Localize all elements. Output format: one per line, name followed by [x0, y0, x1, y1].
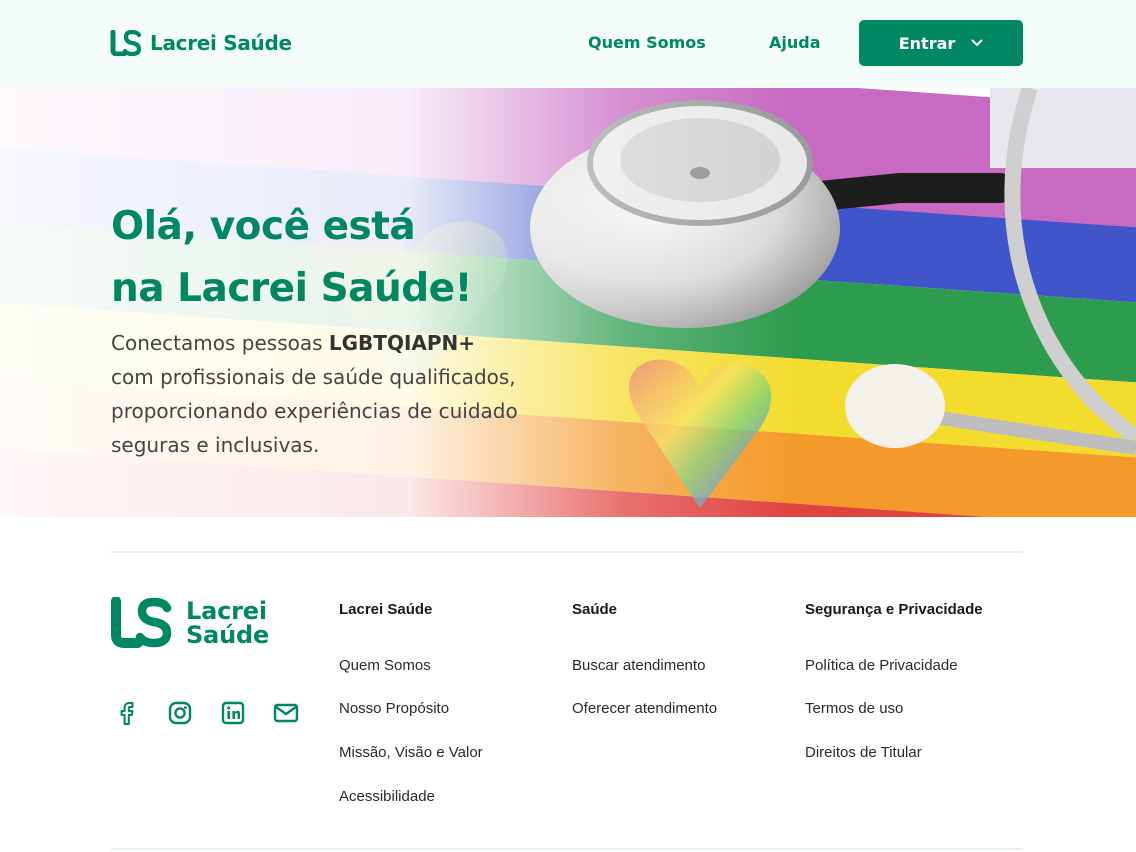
footer-column-health: Saúde Buscar atendimento Oferecer atendi… — [572, 601, 717, 717]
linkedin-icon[interactable] — [219, 699, 247, 727]
footer-link-offer-care[interactable]: Oferecer atendimento — [572, 700, 717, 717]
login-button[interactable]: Entrar — [859, 20, 1023, 66]
footer-column-title: Segurança e Privacidade — [805, 601, 983, 618]
hero-text-lead: Conectamos pessoas — [111, 331, 329, 355]
hero-title-line-2: na Lacrei Saúde! — [111, 266, 472, 311]
footer-link-search-care[interactable]: Buscar atendimento — [572, 657, 705, 674]
nav-link-help[interactable]: Ajuda — [769, 33, 821, 52]
brand-logo[interactable]: Lacrei Saúde — [110, 30, 292, 56]
footer-link-purpose[interactable]: Nosso Propósito — [339, 700, 449, 717]
instagram-icon[interactable] — [166, 699, 194, 727]
footer-column-title: Lacrei Saúde — [339, 601, 433, 618]
footer-link-privacy-policy[interactable]: Política de Privacidade — [805, 657, 958, 674]
footer-brand-line-1: Lacrei — [186, 597, 267, 625]
brand-name: Lacrei Saúde — [150, 31, 292, 55]
footer-link-mission[interactable]: Missão, Visão e Valor — [339, 744, 483, 761]
footer-brand-logo[interactable]: Lacrei Saúde — [110, 597, 269, 649]
footer-brand-line-2: Saúde — [186, 621, 270, 649]
nav-link-about[interactable]: Quem Somos — [588, 33, 706, 52]
site-header: Lacrei Saúde Quem Somos Ajuda Entrar — [0, 0, 1136, 88]
footer-link-holder-rights[interactable]: Direitos de Titular — [805, 744, 922, 761]
hero-text-highlight: LGBTQIAPN+ — [328, 331, 476, 355]
mail-icon[interactable] — [272, 699, 300, 727]
hero-text-line-3: proporcionando experiências de cuidado — [111, 399, 518, 423]
footer-link-terms[interactable]: Termos de uso — [805, 700, 903, 717]
facebook-icon[interactable] — [113, 699, 141, 727]
hero-text-line-2: com profissionais de saúde qualificados, — [111, 365, 516, 389]
footer-column-security: Segurança e Privacidade Política de Priv… — [805, 601, 983, 761]
footer-link-about[interactable]: Quem Somos — [339, 657, 431, 674]
footer-brand-name: Lacrei Saúde — [186, 599, 269, 647]
footer-divider-top — [111, 551, 1023, 553]
footer-link-accessibility[interactable]: Acessibilidade — [339, 788, 435, 805]
footer-divider-bottom — [111, 848, 1023, 850]
hero-description: Conectamos pessoas LGBTQIAPN+ com profis… — [111, 326, 541, 462]
footer-column-title: Saúde — [572, 601, 618, 618]
logo-mark-icon — [111, 597, 172, 648]
logo-mark-icon — [110, 30, 142, 56]
hero-text-line-4: seguras e inclusivas. — [111, 433, 320, 457]
login-button-label: Entrar — [898, 33, 956, 53]
chevron-down-icon — [971, 39, 983, 46]
hero-section: Olá, você está na Lacrei Saúde! Conectam… — [0, 88, 1136, 517]
hero-title: Olá, você está na Lacrei Saúde! — [111, 196, 472, 320]
hero-title-line-1: Olá, você está — [111, 204, 416, 249]
footer-column-lacrei: Lacrei Saúde Quem Somos Nosso Propósito … — [339, 601, 483, 805]
